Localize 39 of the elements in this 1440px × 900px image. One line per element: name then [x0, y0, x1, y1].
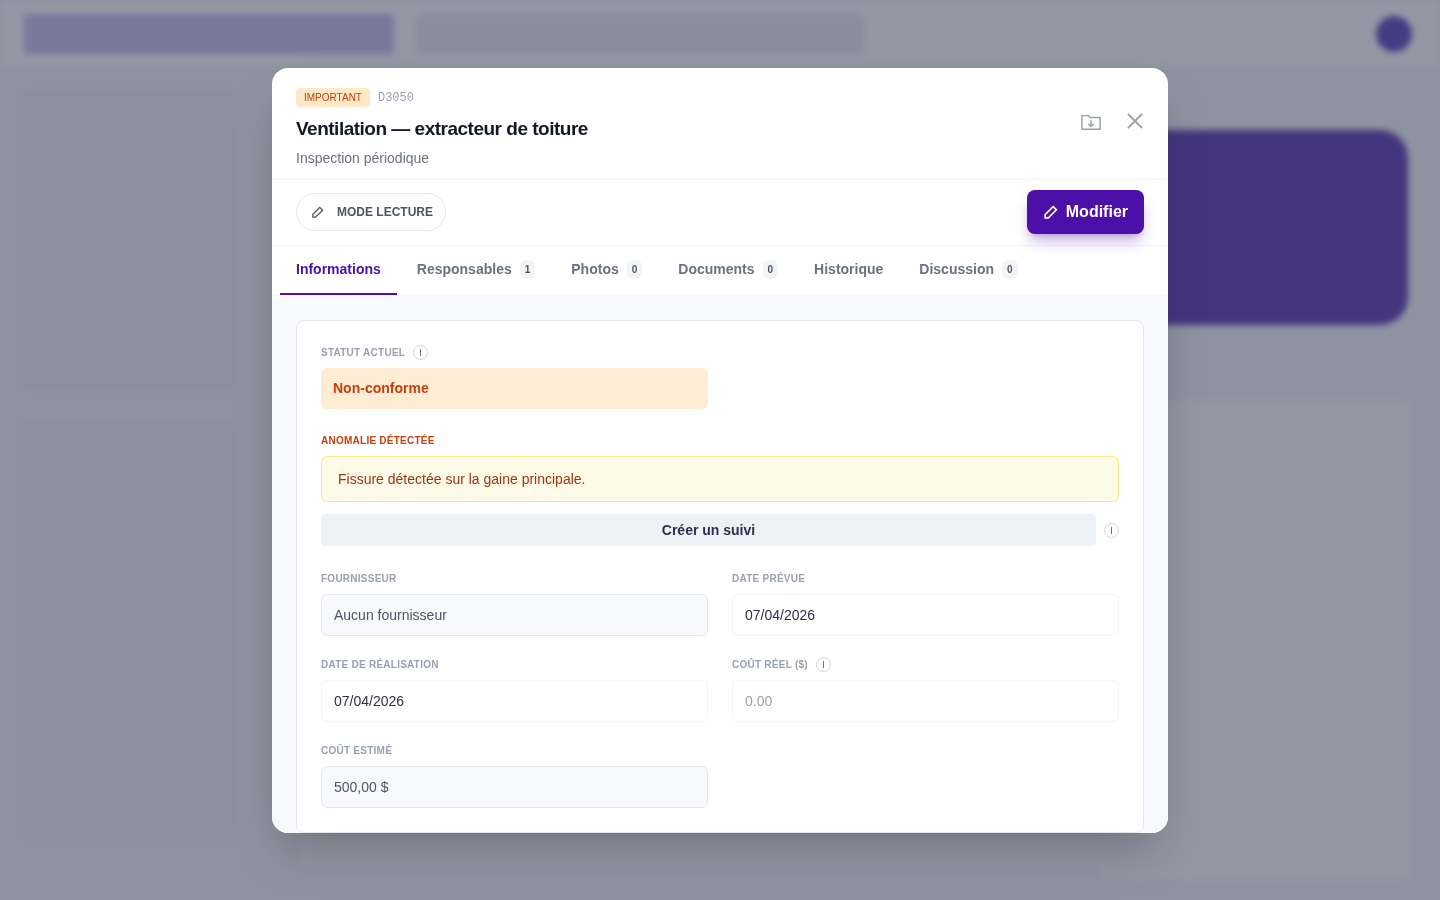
pencil-icon [310, 205, 324, 219]
count-badge: 0 [1002, 259, 1018, 279]
pencil-icon [1042, 204, 1058, 220]
input-field[interactable]: 500,00 $ [321, 766, 708, 808]
field-label: STATUT ACTUEL [321, 346, 406, 360]
priority-badge: IMPORTANT [296, 88, 370, 107]
status-box: Non-conforme [321, 368, 708, 409]
edit-button[interactable]: Modifier [1026, 190, 1144, 235]
count-badge: 0 [762, 259, 779, 279]
tab[interactable]: Responsables 1 [416, 245, 536, 295]
input-field[interactable]: 07/04/2026 [732, 594, 1119, 636]
tab-label: Responsables [416, 259, 512, 279]
tab[interactable]: Documents 0 [678, 245, 779, 295]
tab[interactable]: Photos 0 [571, 245, 643, 295]
field-label: DATE PRÉVUE [732, 571, 806, 586]
count-badge: 1 [519, 259, 536, 279]
tab[interactable]: Discussion 0 [919, 245, 1018, 295]
close-icon [1126, 112, 1144, 130]
field-label: ANOMALIE DÉTECTÉE [321, 433, 436, 448]
input-field[interactable]: 0.00 [732, 680, 1119, 722]
field-label: FOURNISSEUR [321, 571, 397, 586]
tab[interactable]: Historique [814, 245, 884, 295]
tab-label: Photos [571, 259, 619, 279]
count-badge: 0 [626, 259, 643, 279]
anomaly-message: Fissure détectée sur la gaine principale. [321, 456, 1119, 502]
tab-label: Documents [678, 259, 755, 279]
close-button[interactable] [1126, 112, 1144, 130]
folder-download-button[interactable] [1080, 112, 1102, 132]
item-code: D3050 [377, 89, 414, 107]
input-field[interactable]: Aucun fournisseur [321, 594, 708, 636]
modal-subtitle: Inspection périodique [296, 148, 431, 168]
field-label: COÛT RÉEL ($) [732, 657, 808, 672]
field-label: COÛT ESTIMÉ [321, 743, 393, 758]
input-field[interactable]: 07/04/2026 [321, 680, 708, 722]
field-label: DATE DE RÉALISATION [321, 657, 439, 672]
tab-label: Discussion [919, 259, 995, 279]
follow-up-button[interactable]: Créer un suivi [321, 514, 1096, 546]
modal-title: Ventilation — extracteur de toiture [296, 117, 588, 141]
folder-download-icon [1080, 112, 1102, 132]
